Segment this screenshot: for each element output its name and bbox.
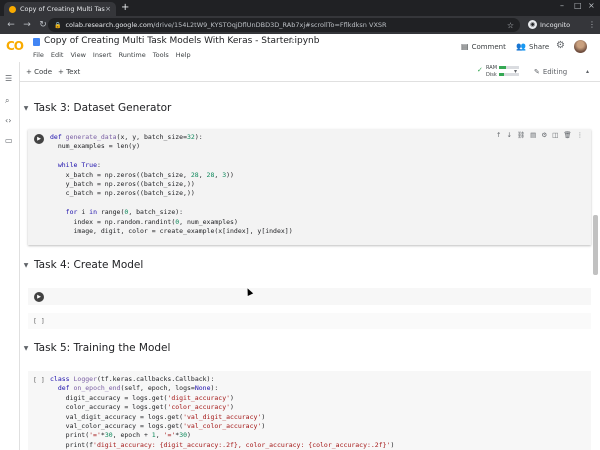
section-heading[interactable]: ▼ Task 4: Create Model [20, 259, 144, 271]
code-cell-empty[interactable]: [ ] [28, 313, 591, 329]
browser-tab[interactable]: Copy of Creating Multi Tas × [4, 2, 116, 16]
run-cell-button[interactable]: ▶ [34, 134, 44, 144]
menu-file[interactable]: File [33, 51, 44, 59]
reload-icon[interactable]: ↻ [38, 20, 48, 30]
code-cell-create-model[interactable]: ▶ [28, 288, 591, 305]
editing-mode-button[interactable]: ✎ Editing [534, 68, 567, 76]
user-avatar[interactable] [574, 40, 587, 53]
browser-tab-title: Copy of Creating Multi Tas [20, 5, 105, 13]
section-title: Task 3: Dataset Generator [34, 102, 172, 114]
url-text: colab.research.google.com/drive/154L2tW9… [65, 21, 387, 29]
share-button[interactable]: 👥 Share [516, 42, 549, 51]
table-of-contents-icon[interactable]: ☰ [5, 74, 12, 83]
link-icon[interactable]: ⛓ [517, 131, 525, 139]
colab-header: CO Copy of Creating Multi Task Models Wi… [0, 34, 600, 62]
comment-button[interactable]: ▤ Comment [461, 42, 506, 51]
menu-bar: File Edit View Insert Runtime Tools Help [33, 51, 191, 59]
code-cell-training[interactable]: [ ] class Logger(tf.keras.callbacks.Call… [28, 371, 591, 450]
new-tab-icon[interactable]: + [121, 2, 129, 13]
left-sidebar: ☰ ⌕ ‹› ▭ [0, 62, 20, 450]
move-down-icon[interactable]: ↓ [506, 131, 511, 139]
code-editor[interactable]: def generate_data(x, y, batch_size=32): … [50, 133, 293, 236]
menu-dots-icon[interactable]: ⋮ [588, 20, 596, 29]
drive-file-icon [33, 38, 40, 46]
files-folder-icon[interactable]: ▭ [5, 136, 13, 145]
move-up-icon[interactable]: ↑ [496, 131, 501, 139]
section-title: Task 5: Training the Model [34, 342, 171, 354]
run-cell-button[interactable]: ▶ [34, 292, 44, 302]
section-heading[interactable]: ▼ Task 5: Training the Model [20, 342, 171, 354]
collapse-triangle-icon[interactable]: ▼ [20, 262, 32, 269]
address-bar[interactable]: 🔒 colab.research.google.com/drive/154L2t… [48, 18, 520, 32]
section-title: Task 4: Create Model [34, 259, 144, 271]
cell-execution-count: [ ] [33, 376, 45, 384]
delete-icon[interactable]: 🗑 [563, 131, 571, 139]
menu-view[interactable]: View [70, 51, 85, 59]
add-text-button[interactable]: + Text [58, 68, 80, 76]
pencil-icon: ✎ [534, 68, 540, 76]
window-close-icon[interactable]: × [588, 1, 595, 10]
menu-runtime[interactable]: Runtime [119, 51, 146, 59]
settings-gear-icon[interactable]: ⚙ [556, 40, 565, 51]
menu-tools[interactable]: Tools [153, 51, 169, 59]
cell-execution-count: [ ] [33, 317, 45, 325]
comment-cell-icon[interactable]: ▤ [530, 131, 536, 139]
lock-icon: 🔒 [54, 21, 62, 29]
back-arrow-icon[interactable]: ← [6, 20, 16, 30]
cell-toolbar: ↑ ↓ ⛓ ▤ ⚙ ◫ 🗑 ⋮ [496, 131, 583, 139]
notebook-toolbar: + Code + Text ✓ RAM Disk ▾ ✎ Editing ▴ [0, 62, 600, 82]
colab-logo[interactable]: CO [6, 39, 24, 53]
section-heading[interactable]: ▼ Task 3: Dataset Generator [20, 102, 172, 114]
minimize-icon[interactable]: – [560, 1, 564, 10]
browser-toolbar: ← → ↻ 🔒 colab.research.google.com/drive/… [0, 16, 600, 34]
colab-favicon-icon [9, 5, 16, 13]
menu-edit[interactable]: Edit [51, 51, 64, 59]
tab-close-icon[interactable]: × [105, 5, 111, 13]
star-icon[interactable]: ☆ [507, 21, 514, 30]
browser-tab-strip: Copy of Creating Multi Tas × + – □ × [0, 0, 600, 16]
comment-icon: ▤ [461, 42, 469, 51]
menu-insert[interactable]: Insert [93, 51, 112, 59]
notebook-star-icon[interactable]: ☆ [287, 36, 295, 46]
mirror-cell-icon[interactable]: ◫ [552, 131, 558, 139]
incognito-label: Incognito [540, 20, 571, 29]
share-people-icon: 👥 [516, 42, 526, 51]
notebook-title[interactable]: Copy of Creating Multi Task Models With … [44, 36, 319, 46]
collapse-triangle-icon[interactable]: ▼ [20, 105, 32, 112]
collapse-toolbar-icon[interactable]: ▴ [586, 68, 589, 75]
collapse-triangle-icon[interactable]: ▼ [20, 345, 32, 352]
search-icon[interactable]: ⌕ [5, 96, 9, 106]
menu-help[interactable]: Help [176, 51, 191, 59]
code-cell-dataset-generator[interactable]: ▶ def generate_data(x, y, batch_size=32)… [28, 129, 591, 245]
add-code-button[interactable]: + Code [26, 68, 52, 76]
editor-settings-icon[interactable]: ⚙ [541, 131, 547, 139]
notebook-content: ▼ Task 3: Dataset Generator ▶ def genera… [20, 83, 600, 450]
runtime-dropdown-icon[interactable]: ▾ [514, 68, 517, 75]
connected-check-icon: ✓ [477, 66, 483, 74]
more-options-icon[interactable]: ⋮ [577, 131, 584, 139]
code-editor[interactable]: class Logger(tf.keras.callbacks.Callback… [50, 375, 394, 450]
incognito-indicator[interactable]: ◉ Incognito [528, 20, 570, 29]
maximize-icon[interactable]: □ [574, 1, 582, 10]
forward-arrow-icon[interactable]: → [22, 20, 32, 30]
notebook-scrollbar[interactable] [593, 215, 598, 275]
code-snippets-icon[interactable]: ‹› [5, 116, 11, 125]
incognito-icon: ◉ [528, 20, 537, 29]
